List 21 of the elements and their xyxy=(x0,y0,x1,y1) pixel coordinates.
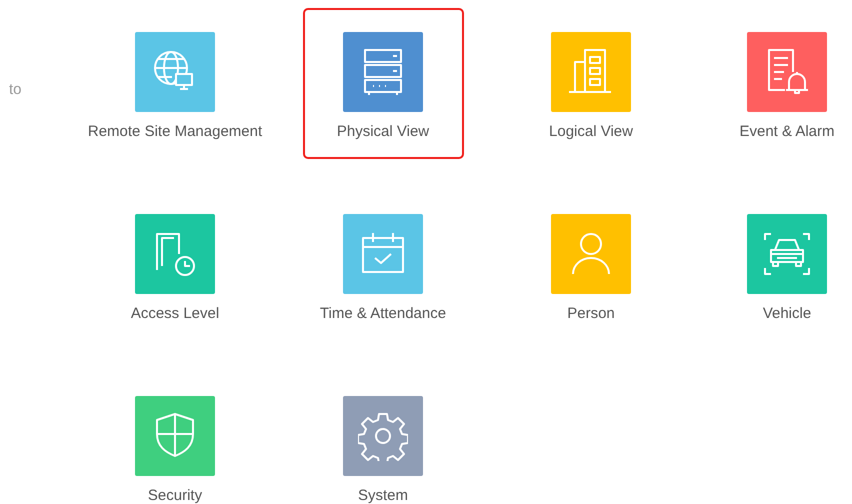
module-card[interactable]: Event & Alarm xyxy=(722,8,852,159)
module-card[interactable]: Time & Attendance xyxy=(302,190,464,341)
module-label: Remote Site Management xyxy=(88,122,262,142)
module-card[interactable]: Security xyxy=(94,372,256,504)
module-label: Vehicle xyxy=(762,304,812,324)
gear-icon xyxy=(358,411,408,461)
module-card[interactable]: Logical View xyxy=(510,8,672,159)
module-label: Logical View xyxy=(549,122,633,142)
module-label: Physical View xyxy=(336,122,430,142)
side-text: to xyxy=(9,81,23,99)
module-label: Event & Alarm xyxy=(739,122,835,142)
module-card[interactable]: System xyxy=(302,372,464,504)
module-label: Time & Attendance xyxy=(320,304,446,324)
module-card-highlighted[interactable]: Physical View xyxy=(302,8,464,159)
module-label: System xyxy=(358,486,408,504)
module-card[interactable]: Access Level xyxy=(94,190,256,341)
module-card[interactable]: Vehicle xyxy=(722,190,852,341)
module-label: Person xyxy=(567,304,615,324)
module-card[interactable]: Person xyxy=(510,190,672,341)
module-label: Security xyxy=(148,486,202,504)
module-label: Access Level xyxy=(130,304,220,324)
